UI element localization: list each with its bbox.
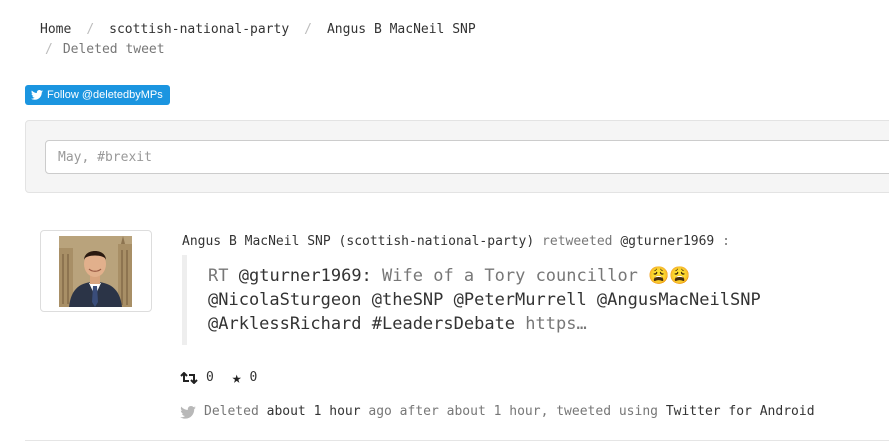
favorite-stat: ★ 0 — [232, 368, 257, 388]
twitter-bird-icon — [180, 405, 196, 419]
breadcrumb-member[interactable]: Angus B MacNeil SNP — [327, 22, 476, 37]
avatar — [59, 236, 132, 307]
footer-deleted-time[interactable]: about 1 hour — [267, 403, 361, 421]
breadcrumb-home[interactable]: Home — [40, 22, 71, 37]
footer-after-time: about 1 hour, — [446, 404, 549, 419]
breadcrumb-separator: / — [86, 22, 95, 37]
header-colon: : — [722, 234, 730, 249]
tweet-footer: Deleted about 1 hour ago after about 1 h… — [180, 403, 815, 421]
divider — [25, 440, 889, 441]
tweet-action: retweeted — [542, 234, 613, 249]
retweeted-user[interactable]: @gturner1969 — [620, 234, 714, 249]
tweet-blockquote: RT @gturner1969: Wife of a Tory councill… — [182, 255, 872, 345]
breadcrumb-current: Deleted tweet — [62, 42, 165, 57]
footer-tweeted-using: tweeted using — [556, 404, 658, 419]
tweet-handle: @gturner1969: — [238, 266, 372, 286]
avatar-frame — [40, 230, 152, 312]
follow-button[interactable]: Follow @deletedbyMPs — [25, 85, 170, 105]
tweet-author[interactable]: Angus B MacNeil SNP — [182, 234, 331, 249]
tweet-tags: @ArklessRichard #LeadersDebate — [208, 314, 516, 334]
retweet-stat: 0 — [180, 368, 214, 388]
follow-button-label: Follow @deletedbyMPs — [47, 89, 163, 101]
tweet-body: Wife of a Tory councillor 😩😩 — [382, 266, 691, 286]
footer-deleted: Deleted — [204, 404, 259, 419]
search-input[interactable] — [45, 140, 889, 174]
retweet-count: 0 — [206, 370, 214, 385]
tweet-link[interactable]: https… — [525, 314, 586, 334]
tweet-party[interactable]: (scottish-national-party) — [339, 234, 535, 249]
footer-client: Twitter for Android — [665, 404, 815, 419]
breadcrumb-separator: / — [304, 22, 312, 37]
twitter-bird-icon — [31, 90, 43, 100]
search-well — [25, 120, 889, 193]
breadcrumb-party[interactable]: scottish-national-party — [109, 22, 289, 37]
retweet-icon — [180, 372, 198, 384]
tweet-rt-prefix: RT — [208, 266, 229, 286]
breadcrumb: Home / scottish-national-party / Angus B Mac… — [40, 20, 560, 60]
tweet-header: Angus B MacNeil SNP (scottish-national-p… — [182, 233, 882, 251]
star-icon: ★ — [231, 368, 242, 387]
tweet-mentions: @NicolaSturgeon @theSNP @PeterMurrell @A… — [208, 290, 761, 310]
tweet-stats: 0 ★ 0 — [180, 368, 275, 388]
favorite-count: 0 — [249, 370, 258, 385]
footer-ago-after: ago after — [368, 404, 439, 419]
breadcrumb-separator: / — [45, 42, 53, 57]
